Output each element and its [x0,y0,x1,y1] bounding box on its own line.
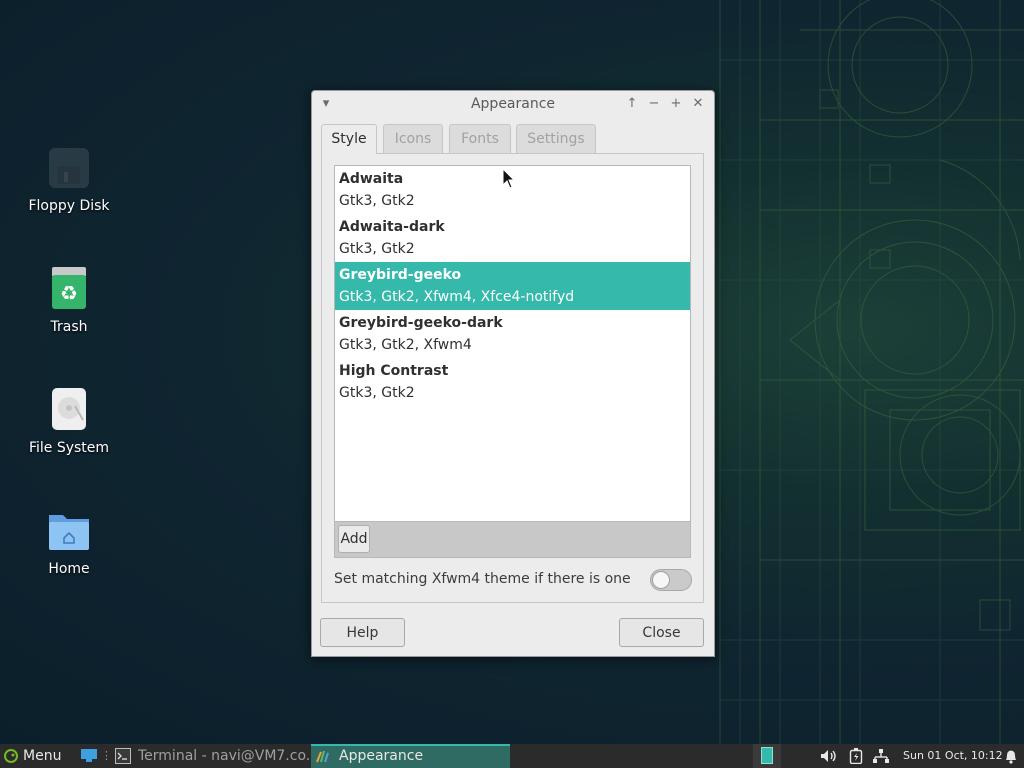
desktop-icon-file-system[interactable]: File System [9,386,129,456]
theme-engines: Gtk3, Gtk2 [339,193,415,209]
match-xfwm4-label: Set matching Xfwm4 theme if there is one [334,571,631,587]
desktop-icon-label: File System [28,440,110,456]
menu-logo-icon [4,749,18,763]
menu-label: Menu [23,748,62,764]
terminal-icon [115,748,131,764]
tab-settings[interactable]: Settings [516,124,596,153]
trash-icon: ♻ [45,265,93,313]
style-tab-pane: Adwaita Gtk3, Gtk2 Adwaita-dark Gtk3, Gt… [321,153,704,603]
desktop-icon-label: Home [48,561,90,577]
desktop-icon-floppy-disk[interactable]: Floppy Disk [9,144,129,214]
desktop-icon-trash[interactable]: ♻ Trash [9,265,129,335]
floppy-disk-icon [45,144,93,192]
task-appearance[interactable]: Appearance [311,744,510,768]
theme-list[interactable]: Adwaita Gtk3, Gtk2 Adwaita-dark Gtk3, Gt… [334,165,691,522]
add-theme-button[interactable]: Add [338,525,370,553]
hard-drive-icon [45,386,93,434]
theme-row-high-contrast[interactable]: High Contrast Gtk3, Gtk2 [335,358,690,406]
tab-fonts[interactable]: Fonts [449,124,511,153]
match-xfwm4-toggle[interactable] [650,569,692,591]
taskbar-separator-icon: ⋮ [101,749,112,762]
tab-style[interactable]: Style [321,124,377,154]
workspace-switcher[interactable] [753,744,781,768]
help-button[interactable]: Help [320,618,405,647]
tab-icons[interactable]: Icons [383,124,443,153]
volume-icon[interactable] [820,744,838,768]
theme-engines: Gtk3, Gtk2, Xfwm4, Xfce4-notifyd [339,289,575,305]
menu-button[interactable]: Menu [2,744,66,768]
svg-text:♻: ♻ [60,281,78,305]
theme-name: Greybird-geeko [339,267,462,283]
appearance-icon [316,750,329,763]
theme-name: High Contrast [339,363,449,379]
theme-row-greybird-geeko-dark[interactable]: Greybird-geeko-dark Gtk3, Gtk2, Xfwm4 [335,310,690,358]
workspace-1[interactable] [761,747,773,764]
theme-row-greybird-geeko[interactable]: Greybird-geeko Gtk3, Gtk2, Xfwm4, Xfce4-… [335,262,690,310]
theme-row-adwaita-dark[interactable]: Adwaita-dark Gtk3, Gtk2 [335,214,690,262]
task-label: Terminal - navi@VM7.co... [138,748,309,764]
battery-power-icon[interactable] [849,744,863,768]
theme-list-toolbar: Add [334,522,691,558]
home-folder-icon [45,507,93,555]
desktop-icon-label: Trash [50,319,88,335]
shade-icon[interactable]: ↑ [624,96,640,112]
theme-engines: Gtk3, Gtk2 [339,385,415,401]
close-button[interactable]: Close [619,618,704,647]
notification-bell-icon[interactable] [1004,744,1018,768]
theme-engines: Gtk3, Gtk2, Xfwm4 [339,337,472,353]
network-icon[interactable] [873,744,889,768]
minimize-icon[interactable]: − [646,96,662,112]
task-label: Appearance [339,748,424,764]
desktop-icon-label: Floppy Disk [28,198,110,214]
toggle-knob [652,571,670,589]
close-icon[interactable]: ✕ [690,96,706,112]
clock[interactable]: Sun 01 Oct, 10:12 [903,744,1003,768]
theme-name: Adwaita-dark [339,219,445,235]
show-desktop-icon[interactable] [81,744,97,768]
mouse-cursor-icon [502,168,516,189]
theme-engines: Gtk3, Gtk2 [339,241,415,257]
maximize-icon[interactable]: + [668,96,684,112]
window-titlebar[interactable]: ▾ Appearance ↑ − + ✕ [312,91,714,117]
theme-name: Greybird-geeko-dark [339,315,503,331]
desktop-icon-home[interactable]: Home [9,507,129,577]
theme-name: Adwaita [339,171,404,187]
task-terminal[interactable]: Terminal - navi@VM7.co... [111,744,309,768]
taskbar: Menu ⋮ Terminal - navi@VM7.co... Appeara… [0,744,1024,768]
